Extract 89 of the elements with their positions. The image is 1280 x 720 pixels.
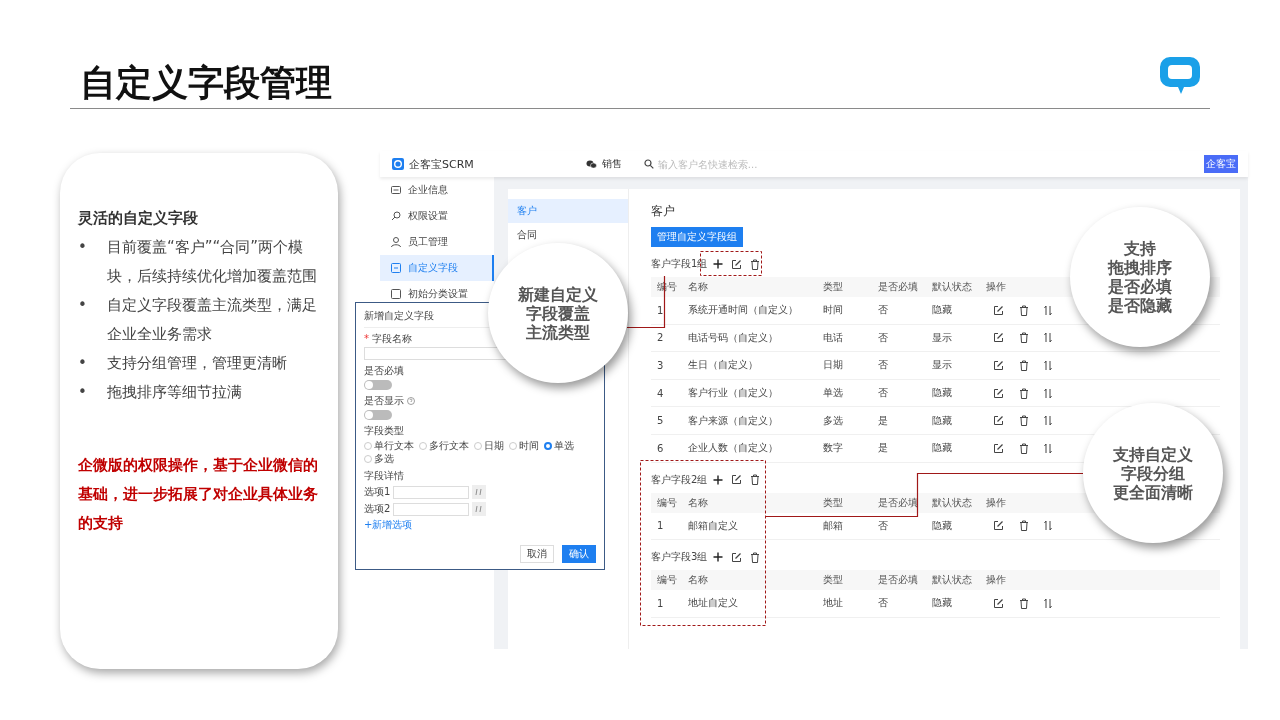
- group-title: 客户字段1组: [651, 257, 708, 271]
- field-label: 是否必填: [364, 365, 404, 377]
- callout-text: 支持: [1124, 239, 1156, 258]
- callout-text: 更全面清晰: [1113, 482, 1193, 502]
- field-label: 是否显示: [364, 395, 404, 407]
- table-cell: 地址自定义: [688, 596, 738, 611]
- column-header: 默认状态: [932, 495, 972, 510]
- bullet-text: 支持分组管理，管理更清晰: [107, 353, 287, 374]
- column-header: 编号: [657, 495, 677, 510]
- table-cell: 日期: [823, 358, 843, 373]
- column-header: 是否必填: [878, 495, 918, 510]
- column-header: 编号: [657, 573, 677, 588]
- table-cell: 2: [657, 332, 664, 344]
- table-cell: 隐藏: [932, 596, 952, 611]
- group-title: 客户字段3组: [651, 550, 708, 565]
- field-label: 字段详情: [364, 470, 404, 482]
- table-cell: 显示: [932, 358, 952, 373]
- table-cell: 是: [878, 441, 888, 456]
- table-cell: 否: [878, 596, 888, 611]
- table-cell: 邮箱: [823, 518, 843, 533]
- table-cell: 1: [657, 304, 664, 316]
- field-label: 字段类型: [364, 425, 404, 437]
- table-cell: 隐藏: [932, 518, 952, 533]
- bullet-marker: •: [78, 295, 88, 316]
- column-header: 类型: [823, 280, 843, 294]
- table-cell: 是: [878, 413, 888, 428]
- column-header: 操作: [986, 573, 1006, 588]
- callout-text: 是否隐藏: [1108, 296, 1172, 315]
- bullet-marker: •: [78, 353, 88, 374]
- table-cell: 6: [657, 442, 664, 454]
- table-cell: 数字: [823, 441, 843, 456]
- callout-text: 新建自定义: [518, 284, 598, 304]
- table-cell: 隐藏: [932, 441, 952, 456]
- app-brand: 企客宝SCRM: [409, 156, 474, 172]
- table-cell: 5: [657, 415, 664, 427]
- summary-note: 企微版的权限操作，基于企业微信的基础，进一步拓展了对企业具体业务的支持: [78, 455, 319, 534]
- column-header: 是否必填: [878, 573, 918, 588]
- bullet-marker: •: [78, 382, 88, 403]
- column-header: 名称: [688, 280, 708, 294]
- field-label: 字段名称: [372, 333, 412, 345]
- table-cell: 地址: [823, 596, 843, 611]
- table-cell: 否: [878, 386, 888, 401]
- group-title: 客户字段2组: [651, 472, 708, 487]
- table-cell: 1: [657, 597, 664, 609]
- callout-text: 字段分组: [1121, 463, 1185, 483]
- table-cell: 否: [878, 330, 888, 345]
- table-cell: 显示: [932, 330, 952, 345]
- option-label: 选项1: [364, 485, 391, 499]
- option-label: 选项2: [364, 502, 391, 516]
- required-mark: *: [364, 333, 369, 345]
- callout-text: 支持自定义: [1113, 444, 1193, 464]
- table-cell: 系统开通时间（自定义）: [688, 303, 798, 318]
- column-header: 名称: [688, 573, 708, 588]
- column-header: 是否必填: [878, 280, 918, 294]
- table-cell: 单选: [823, 386, 843, 401]
- table-cell: 否: [878, 358, 888, 373]
- table-cell: 邮箱自定义: [688, 518, 738, 533]
- table-cell: 4: [657, 387, 664, 399]
- column-header: 操作: [986, 495, 1006, 510]
- column-header: 默认状态: [932, 280, 972, 294]
- column-header: 默认状态: [932, 573, 972, 588]
- callout-text: 是否必填: [1108, 277, 1172, 296]
- column-header: 名称: [688, 495, 708, 510]
- page-title: 客户: [651, 203, 676, 219]
- table-cell: 企业人数（自定义）: [688, 441, 778, 456]
- bullet-marker: •: [78, 237, 88, 258]
- column-header: 类型: [823, 573, 843, 588]
- table-cell: 隐藏: [932, 413, 952, 428]
- table-cell: 否: [878, 518, 888, 533]
- table-cell: 客户来源（自定义）: [688, 413, 778, 428]
- slide-title: 自定义字段管理: [80, 61, 332, 105]
- summary-heading: 灵活的自定义字段: [78, 208, 199, 229]
- bullet-text: 自定义字段覆盖主流类型，满足企业全业务需求: [107, 295, 318, 345]
- table-cell: 时间: [823, 303, 843, 318]
- table-cell: 电话: [823, 330, 843, 345]
- bullet-text: 拖拽排序等细节拉满: [107, 382, 242, 403]
- callout-text: 拖拽排序: [1108, 258, 1172, 277]
- table-cell: 1: [657, 520, 664, 532]
- table-cell: 生日（自定义）: [688, 358, 758, 373]
- column-header: 类型: [823, 495, 843, 510]
- table-cell: 客户行业（自定义）: [688, 386, 778, 401]
- table-cell: 隐藏: [932, 303, 952, 318]
- bullet-text: 目前覆盖“客户”“合同”两个模块，后续持续优化增加覆盖范围: [107, 237, 318, 287]
- table-cell: 隐藏: [932, 386, 952, 401]
- table-cell: 多选: [823, 413, 843, 428]
- table-cell: 3: [657, 360, 664, 371]
- table-cell: 否: [878, 303, 888, 318]
- column-header: 操作: [986, 280, 1006, 294]
- table-cell: 电话号码（自定义）: [688, 330, 778, 345]
